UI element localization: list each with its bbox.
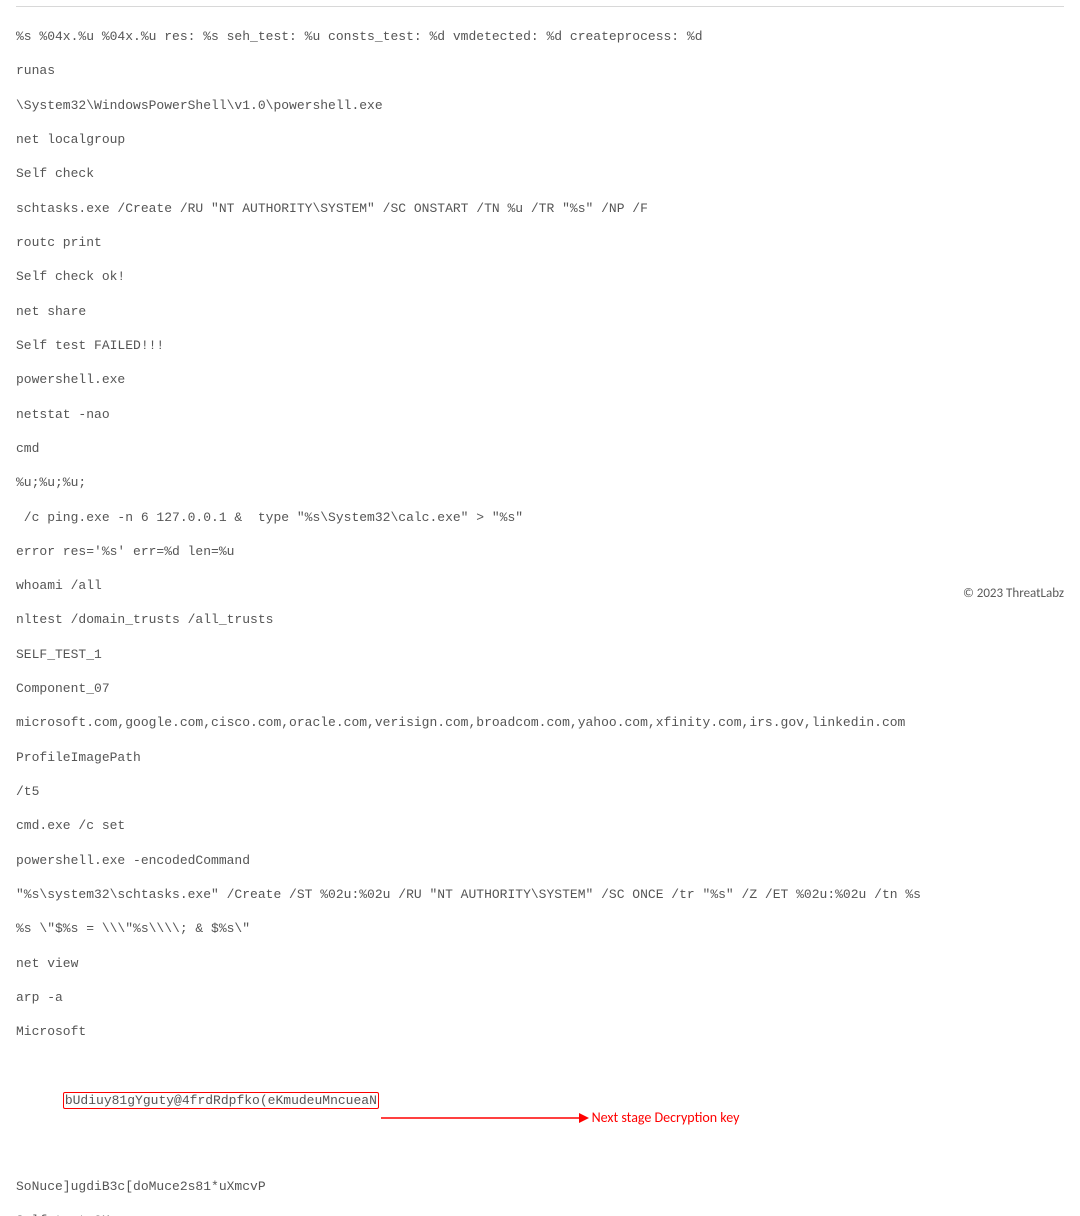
text-line: net view: [16, 955, 1064, 972]
text-line: "%s\system32\schtasks.exe" /Create /ST %…: [16, 886, 1064, 903]
text-line: runas: [16, 62, 1064, 79]
text-line: SoNuce]ugdiB3c[doMuce2s81*uXmcvP: [16, 1178, 1064, 1195]
text-line: /t5: [16, 783, 1064, 800]
text-line: whoami /all: [16, 577, 1064, 594]
text-line: cmd.exe /c set: [16, 817, 1064, 834]
text-line: /c ping.exe -n 6 127.0.0.1 & type "%s\Sy…: [16, 509, 1064, 526]
text-line: netstat -nao: [16, 406, 1064, 423]
text-line: bUdiuy81gYguty@4frdRdpfko(eKmudeuMncueaN…: [16, 1058, 1064, 1161]
text-line: \System32\WindowsPowerShell\v1.0\powersh…: [16, 97, 1064, 114]
text-line: ProfileImagePath: [16, 749, 1064, 766]
text-line: routc print: [16, 234, 1064, 251]
decryption-key-highlight: bUdiuy81gYguty@4frdRdpfko(eKmudeuMncueaN: [63, 1092, 379, 1110]
decoded-strings-block: %s %04x.%u %04x.%u res: %s seh_test: %u …: [16, 11, 1064, 1216]
arrow-right-icon: [381, 1111, 591, 1125]
text-line: microsoft.com,google.com,cisco.com,oracl…: [16, 714, 1064, 731]
text-line: Self check: [16, 165, 1064, 182]
text-line: powershell.exe -encodedCommand: [16, 852, 1064, 869]
text-line: schtasks.exe /Create /RU "NT AUTHORITY\S…: [16, 200, 1064, 217]
text-line: Component_07: [16, 680, 1064, 697]
text-line: %s \"$%s = \\\"%s\\\\; & $%s\": [16, 920, 1064, 937]
text-line: Self check ok!: [16, 268, 1064, 285]
text-line: error res='%s' err=%d len=%u: [16, 543, 1064, 560]
annotation-label: Next stage Decryption key: [592, 1109, 740, 1127]
top-divider: [16, 6, 1064, 7]
text-line: Microsoft: [16, 1023, 1064, 1040]
text-line: net localgroup: [16, 131, 1064, 148]
text-line: %s %04x.%u %04x.%u res: %s seh_test: %u …: [16, 28, 1064, 45]
copyright-label: © 2023 ThreatLabz: [963, 585, 1064, 602]
text-line: powershell.exe: [16, 371, 1064, 388]
text-line: arp -a: [16, 989, 1064, 1006]
text-line: SELF_TEST_1: [16, 646, 1064, 663]
text-line: nltest /domain_trusts /all_trusts: [16, 611, 1064, 628]
text-line: net share: [16, 303, 1064, 320]
text-line: cmd: [16, 440, 1064, 457]
text-line: %u;%u;%u;: [16, 474, 1064, 491]
text-line: Self test OK.: [16, 1212, 1064, 1216]
text-line: Self test FAILED!!!: [16, 337, 1064, 354]
